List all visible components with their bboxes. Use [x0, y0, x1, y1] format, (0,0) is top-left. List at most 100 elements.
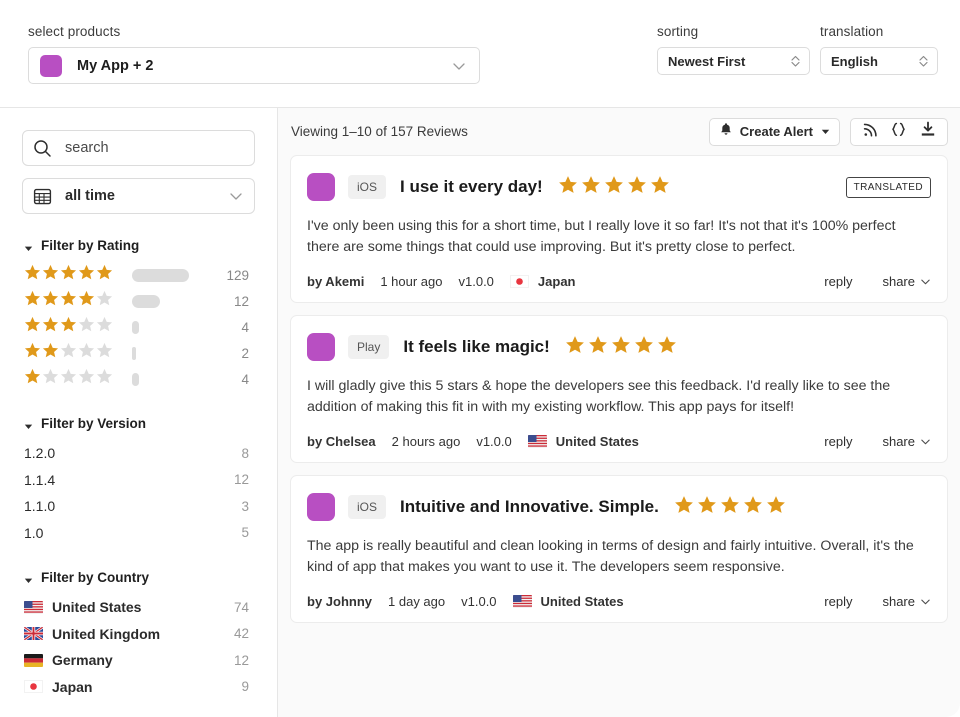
review-body: The app is really beautiful and clean lo… [307, 536, 929, 578]
review-country: Japan [510, 274, 576, 289]
flag-icon [528, 435, 547, 448]
rating-bar [132, 321, 139, 334]
download-icon[interactable] [920, 121, 936, 142]
star-rating [24, 264, 124, 286]
review-version: v1.0.0 [461, 594, 496, 609]
country-label: Japan [52, 679, 92, 695]
version-filter-row[interactable]: 1.05 [24, 520, 255, 547]
export-icon-group[interactable] [850, 118, 948, 146]
caret-down-icon [24, 419, 33, 428]
share-button[interactable]: share [882, 434, 931, 449]
filter-by-version-section: Filter by Version 1.2.081.1.4121.1.031.0… [24, 416, 255, 546]
country-rows: United States74United Kingdom42Germany12… [24, 594, 255, 700]
review-body: I will gladly give this 5 stars & hope t… [307, 376, 929, 418]
version-filter-row[interactable]: 1.1.03 [24, 493, 255, 520]
reviews-dashboard: select products My App + 2 sorting Newes… [0, 0, 960, 717]
product-select-value: My App + 2 [77, 58, 451, 74]
sorting-select[interactable]: Newest First [657, 47, 810, 75]
country-filter-row[interactable]: Germany12 [24, 647, 255, 674]
rating-filter-row[interactable]: 2 [24, 340, 255, 366]
rating-filter-row[interactable]: 129 [24, 262, 255, 288]
flag-icon [24, 627, 43, 640]
rating-filter-row[interactable]: 12 [24, 288, 255, 314]
reply-button[interactable]: reply [824, 434, 852, 449]
version-filter-row[interactable]: 1.1.412 [24, 467, 255, 494]
star-icon [96, 368, 113, 390]
country-count: 12 [113, 653, 255, 668]
review-author: by Akemi [307, 274, 364, 289]
star-icon [650, 175, 670, 200]
star-icon [24, 368, 41, 390]
country-label: United Kingdom [52, 626, 160, 642]
star-rating [674, 495, 786, 520]
select-products-label: select products [28, 24, 480, 39]
country-filter-row[interactable]: United States74 [24, 594, 255, 621]
flag-icon [510, 275, 529, 288]
star-icon [78, 342, 95, 364]
star-icon [96, 342, 113, 364]
main-header: Viewing 1–10 of 157 Reviews Create Alert [290, 108, 948, 155]
rating-bar-track [132, 295, 192, 308]
sorting-label: sorting [657, 24, 810, 39]
review-card: iOSI use it every day!TRANSLATEDI've onl… [290, 155, 948, 303]
filter-by-country-header[interactable]: Filter by Country [24, 570, 255, 585]
review-footer: by Johnny1 day agov1.0.0United Statesrep… [307, 594, 931, 609]
chevron-updown-icon [790, 53, 801, 69]
star-icon [60, 342, 77, 364]
rss-icon[interactable] [862, 122, 877, 142]
rating-bar-track [132, 347, 192, 360]
filter-by-country-section: Filter by Country United States74United … [24, 570, 255, 700]
flag-icon [513, 595, 532, 608]
filter-by-rating-section: Filter by Rating 12912424 [24, 238, 255, 392]
review-author: by Chelsea [307, 434, 376, 449]
star-icon [24, 342, 41, 364]
reply-button[interactable]: reply [824, 274, 852, 289]
translation-select[interactable]: English [820, 47, 938, 75]
version-label: 1.1.0 [24, 498, 55, 514]
body: search all time [0, 108, 960, 717]
star-icon [60, 264, 77, 286]
star-rating [24, 342, 124, 364]
rating-count: 2 [192, 346, 255, 361]
rating-filter-row[interactable]: 4 [24, 366, 255, 392]
app-icon [307, 493, 335, 521]
translation-value: English [831, 54, 918, 69]
flag-icon [24, 654, 43, 667]
review-footer: by Chelsea2 hours agov1.0.0United States… [307, 434, 931, 449]
country-filter-row[interactable]: Japan9 [24, 674, 255, 701]
country-filter-row[interactable]: United Kingdom42 [24, 621, 255, 648]
share-button[interactable]: share [882, 274, 931, 289]
review-header: PlayIt feels like magic! [307, 330, 931, 364]
review-time: 2 hours ago [392, 434, 461, 449]
app-icon [307, 333, 335, 361]
caret-down-icon [821, 123, 830, 141]
time-range-select[interactable]: all time [22, 178, 255, 214]
reply-button[interactable]: reply [824, 594, 852, 609]
star-rating [24, 316, 124, 338]
sorting-value: Newest First [668, 54, 790, 69]
rating-bar [132, 295, 160, 308]
star-icon [697, 495, 717, 520]
version-filter-row[interactable]: 1.2.08 [24, 440, 255, 467]
filter-by-rating-header[interactable]: Filter by Rating [24, 238, 255, 253]
share-button[interactable]: share [882, 594, 931, 609]
filter-by-rating-title: Filter by Rating [41, 238, 139, 253]
search-input[interactable]: search [22, 130, 255, 166]
rating-filter-row[interactable]: 4 [24, 314, 255, 340]
review-footer: by Akemi1 hour agov1.0.0Japanreplyshare [307, 274, 931, 289]
platform-chip: iOS [348, 495, 386, 519]
star-icon [60, 368, 77, 390]
viewing-count: Viewing 1–10 of 157 Reviews [291, 124, 709, 139]
json-icon[interactable] [890, 122, 907, 142]
filter-by-version-header[interactable]: Filter by Version [24, 416, 255, 431]
create-alert-button[interactable]: Create Alert [709, 118, 840, 146]
review-version: v1.0.0 [459, 274, 494, 289]
flag-icon [24, 680, 43, 693]
star-icon [78, 264, 95, 286]
star-rating [558, 175, 670, 200]
star-icon [766, 495, 786, 520]
star-icon [581, 175, 601, 200]
star-icon [42, 290, 59, 312]
review-card: PlayIt feels like magic! I will gladly gi… [290, 315, 948, 463]
product-select[interactable]: My App + 2 [28, 47, 480, 84]
